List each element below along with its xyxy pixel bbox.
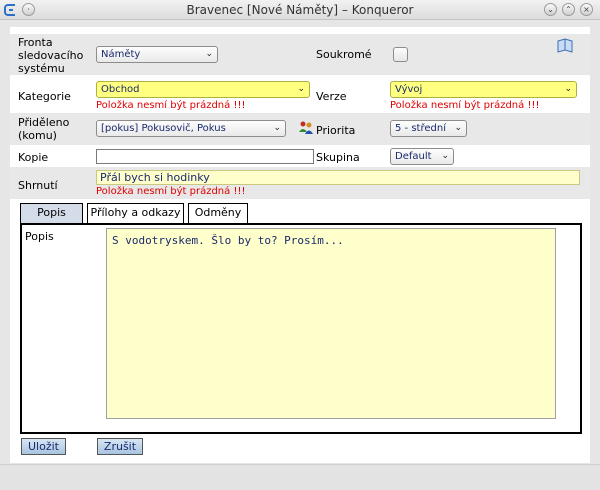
version-error: Položka nesmí být prázdná !!! [390, 100, 540, 111]
tracker-label: Fronta sledovacího systému [18, 36, 84, 75]
status-bar [0, 464, 600, 490]
minimize-icon[interactable]: ⌄ [544, 3, 557, 16]
tab-rewards[interactable]: Odměny [188, 203, 248, 223]
chevron-down-icon: ⌄ [454, 123, 462, 133]
version-label: Verze [316, 90, 347, 103]
copy-label: Kopie [18, 151, 49, 164]
row-category: Kategorie Obchod ⌄ Položka nesmí být práz… [10, 75, 590, 113]
version-select[interactable]: Vývoj ⌄ [390, 81, 577, 98]
tab-panel-description: Popis S vodotryskem. Šlo by to? Prosím..… [20, 223, 582, 434]
window-title: Bravenec [Nové Náměty] – Konqueror [186, 3, 414, 17]
private-label: Soukromé [316, 48, 372, 61]
version-value: Vývoj [395, 84, 423, 95]
description-textarea[interactable]: S vodotryskem. Šlo by to? Prosím... [106, 228, 556, 419]
category-label: Kategorie [18, 90, 71, 103]
tab-popis[interactable]: Popis [20, 203, 83, 223]
chevron-down-icon: ⌄ [205, 49, 213, 59]
maximize-icon[interactable]: ⌃ [562, 3, 575, 16]
book-icon[interactable] [556, 38, 574, 54]
users-icon[interactable] [298, 120, 314, 136]
chevron-down-icon: ⌄ [273, 123, 281, 133]
priority-value: 5 - střední [395, 123, 446, 134]
ticket-form: Fronta sledovacího systému Náměty ⌄ Soukr… [10, 27, 590, 463]
row-assigned: Přiděleno (komu) [pokus] Pokusovič, Poku… [10, 113, 590, 145]
category-error: Položka nesmí být prázdná !!! [96, 100, 246, 111]
private-checkbox[interactable] [393, 47, 408, 62]
save-button[interactable]: Uložit [21, 438, 66, 455]
row-summary: Shrnutí Přál bych si hodinky Položka nes… [10, 167, 590, 199]
window-titlebar[interactable]: · Bravenec [Nové Náměty] – Konqueror ⌄ ⌃… [0, 0, 600, 20]
priority-select[interactable]: 5 - střední ⌄ [390, 120, 467, 137]
chevron-down-icon: ⌄ [564, 84, 572, 94]
priority-label: Priorita [316, 124, 356, 137]
group-value: Default [395, 151, 432, 162]
copy-input[interactable] [96, 149, 314, 164]
row-copy: Kopie Skupina Default ⌄ [10, 145, 590, 167]
description-label: Popis [25, 230, 54, 243]
cancel-button[interactable]: Zrušit [97, 438, 143, 455]
tracker-value: Náměty [101, 49, 141, 60]
chevron-down-icon: ⌄ [441, 151, 449, 161]
group-select[interactable]: Default ⌄ [390, 148, 454, 165]
summary-label: Shrnutí [18, 179, 58, 192]
category-value: Obchod [101, 84, 140, 95]
assigned-select[interactable]: [pokus] Pokusovič, Pokus ⌄ [96, 120, 286, 137]
tab-attachments[interactable]: Přílohy a odkazy [87, 203, 184, 223]
close-icon[interactable]: × [580, 3, 593, 16]
row-tracker: Fronta sledovacího systému Náměty ⌄ Soukr… [10, 34, 590, 75]
category-select[interactable]: Obchod ⌄ [96, 81, 310, 98]
summary-input[interactable]: Přál bych si hodinky [96, 170, 580, 185]
summary-error: Položka nesmí být prázdná !!! [96, 186, 246, 197]
chevron-down-icon: ⌄ [297, 84, 305, 94]
assigned-label: Přiděleno (komu) [18, 116, 70, 142]
assigned-value: [pokus] Pokusovič, Pokus [101, 123, 226, 134]
group-label: Skupina [316, 151, 360, 164]
tracker-select[interactable]: Náměty ⌄ [96, 46, 218, 63]
